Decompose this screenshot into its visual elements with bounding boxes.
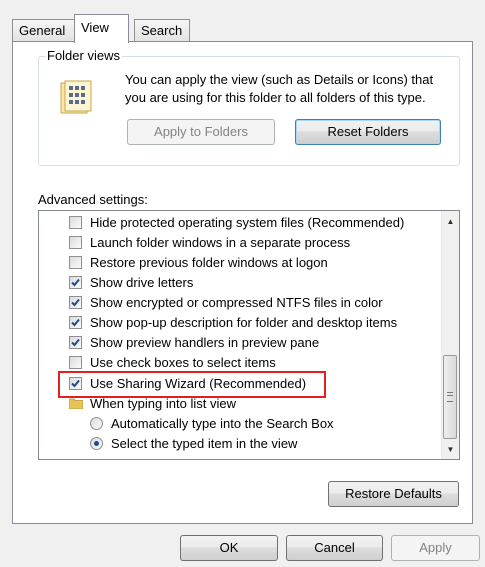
advanced-settings-label: Advanced settings: — [38, 192, 148, 207]
scroll-thumb[interactable] — [443, 355, 457, 439]
apply-button[interactable]: Apply — [391, 535, 480, 561]
setting-label: Show preview handlers in preview pane — [90, 335, 320, 350]
checkbox[interactable] — [69, 236, 82, 249]
setting-label: Hide protected operating system files (R… — [90, 215, 405, 230]
folder-icon — [69, 398, 83, 409]
setting-label: Show pop-up description for folder and d… — [90, 315, 398, 330]
tab-search[interactable]: Search — [134, 19, 190, 41]
folder-views-icon — [60, 80, 92, 114]
apply-to-folders-button[interactable]: Apply to Folders — [127, 119, 275, 145]
checkbox[interactable] — [69, 316, 82, 329]
setting-label: Show drive letters — [90, 275, 194, 290]
setting-label: Launch folder windows in a separate proc… — [90, 235, 351, 250]
tab-view-label: View — [81, 20, 109, 35]
checkbox[interactable] — [69, 336, 82, 349]
scroll-down-arrow-icon[interactable]: ▼ — [442, 441, 459, 458]
radio-button[interactable] — [90, 417, 103, 430]
folder-views-description: You can apply the view (such as Details … — [125, 72, 434, 105]
checkbox[interactable] — [69, 256, 82, 269]
setting-label: Use check boxes to select items — [90, 355, 276, 370]
checkbox[interactable] — [69, 296, 82, 309]
tab-search-label: Search — [141, 23, 183, 38]
view-tab-panel: Folder views You can apply the view (suc… — [12, 41, 473, 524]
scroll-up-arrow-icon[interactable]: ▲ — [442, 213, 459, 230]
checkbox[interactable] — [69, 276, 82, 289]
checkbox[interactable] — [69, 377, 82, 390]
radio-button[interactable] — [90, 437, 103, 450]
advanced-settings-tree[interactable]: Hide protected operating system files (R… — [38, 210, 460, 460]
checkbox[interactable] — [69, 216, 82, 229]
cancel-button[interactable]: Cancel — [286, 535, 383, 561]
tab-general-label: General — [19, 23, 66, 38]
ok-button[interactable]: OK — [180, 535, 278, 561]
tab-general[interactable]: General — [12, 19, 75, 41]
grip-icon — [447, 392, 453, 402]
tab-view[interactable]: View — [74, 14, 129, 43]
reset-folders-button[interactable]: Reset Folders — [295, 119, 441, 145]
folder-views-title: Folder views — [45, 48, 122, 63]
setting-label: Select the typed item in the view — [111, 436, 298, 451]
setting-group-label: When typing into list view — [90, 396, 236, 411]
vertical-scrollbar[interactable]: ▲ ▼ — [441, 211, 459, 459]
setting-label: Restore previous folder windows at logon — [90, 255, 328, 270]
setting-label: Show encrypted or compressed NTFS files … — [90, 295, 383, 310]
restore-defaults-button[interactable]: Restore Defaults — [328, 481, 459, 507]
setting-label: Use Sharing Wizard (Recommended) — [90, 376, 307, 391]
setting-label: Automatically type into the Search Box — [111, 416, 334, 431]
checkbox[interactable] — [69, 356, 82, 369]
folder-views-group: Folder views You can apply the view (suc… — [38, 48, 460, 166]
